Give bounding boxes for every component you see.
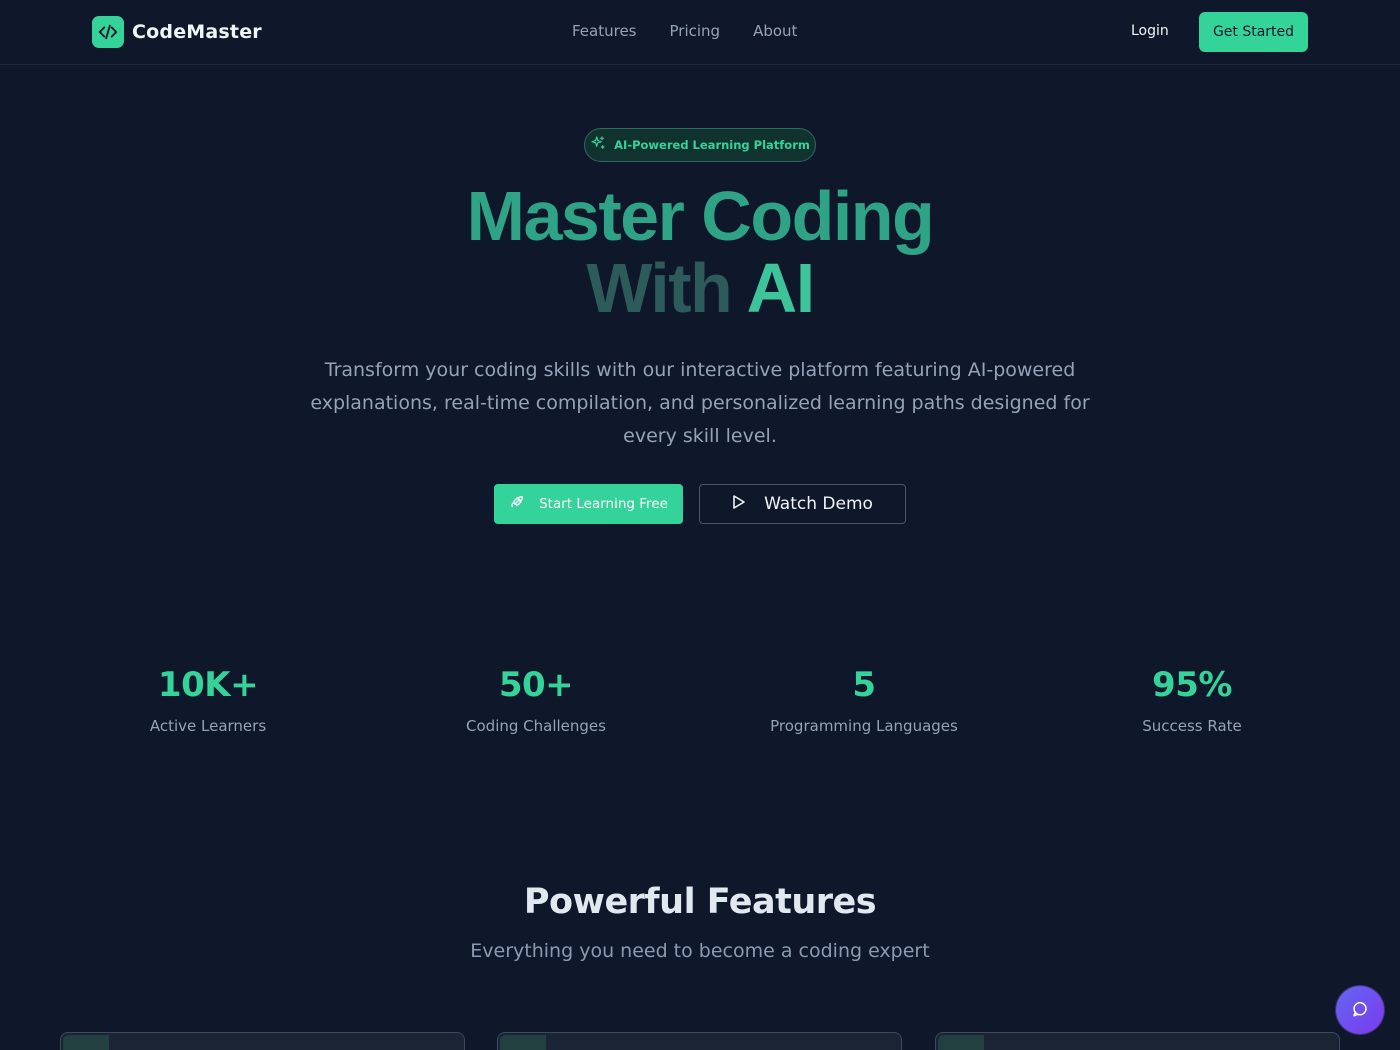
watch-demo-button[interactable]: Watch Demo [699, 484, 906, 524]
stat-coding-challenges: 50+ Coding Challenges [386, 665, 686, 735]
top-navbar: CodeMaster Features Pricing About Login … [0, 0, 1400, 65]
play-icon [732, 494, 746, 515]
stat-programming-languages: 5 Programming Languages [714, 665, 1014, 735]
brand-name: CodeMaster [132, 21, 262, 43]
feature-icon [63, 1035, 109, 1050]
start-learning-button[interactable]: Start Learning Free [494, 484, 683, 524]
feature-card[interactable] [60, 1032, 465, 1050]
stat-value: 95% [1152, 665, 1232, 705]
stat-active-learners: 10K+ Active Learners [58, 665, 358, 735]
features-subtitle: Everything you need to become a coding e… [470, 940, 930, 962]
chat-button[interactable] [1336, 986, 1384, 1034]
brand-link[interactable]: CodeMaster [92, 16, 262, 48]
hero-title-ai: AI [746, 249, 816, 327]
nav-item-about[interactable]: About [753, 22, 797, 40]
hero-title-line1: Master Coding [466, 177, 935, 255]
feature-card[interactable] [497, 1032, 902, 1050]
platform-badge: AI-Powered Learning Platform [584, 128, 816, 162]
chat-bubble-icon [1351, 1000, 1369, 1021]
stat-success-rate: 95% Success Rate [1042, 665, 1342, 735]
sparkles-icon [590, 135, 606, 155]
feature-icon [938, 1035, 984, 1050]
stat-label: Active Learners [149, 717, 267, 735]
nav-item-pricing[interactable]: Pricing [670, 22, 721, 40]
hero-subtitle: Transform your coding skills with our in… [310, 359, 1090, 447]
hero-title: Master Coding With AI [0, 180, 1400, 324]
main-nav: Features Pricing About [572, 22, 797, 40]
badge-text: AI-Powered Learning Platform [614, 138, 810, 152]
stat-value: 10K+ [157, 665, 259, 705]
stat-label: Coding Challenges [466, 717, 606, 735]
hero-title-line2: With AI [586, 249, 816, 327]
stat-value: 5 [852, 665, 876, 705]
landing-page: CodeMaster Features Pricing About Login … [0, 0, 1400, 1050]
feature-icon [500, 1035, 546, 1050]
watch-demo-label: Watch Demo [764, 494, 873, 514]
feature-card[interactable] [935, 1032, 1340, 1050]
nav-item-features[interactable]: Features [572, 22, 637, 40]
hero-title-with: With [586, 249, 732, 327]
stat-value: 50+ [498, 665, 574, 705]
stat-label: Programming Languages [770, 717, 958, 735]
stat-label: Success Rate [1142, 717, 1242, 735]
login-link[interactable]: Login [1131, 23, 1169, 39]
code-icon [92, 16, 124, 48]
rocket-icon [509, 494, 525, 514]
get-started-button[interactable]: Get Started [1199, 12, 1308, 52]
features-title: Powerful Features [523, 882, 877, 922]
start-learning-label: Start Learning Free [539, 496, 668, 512]
